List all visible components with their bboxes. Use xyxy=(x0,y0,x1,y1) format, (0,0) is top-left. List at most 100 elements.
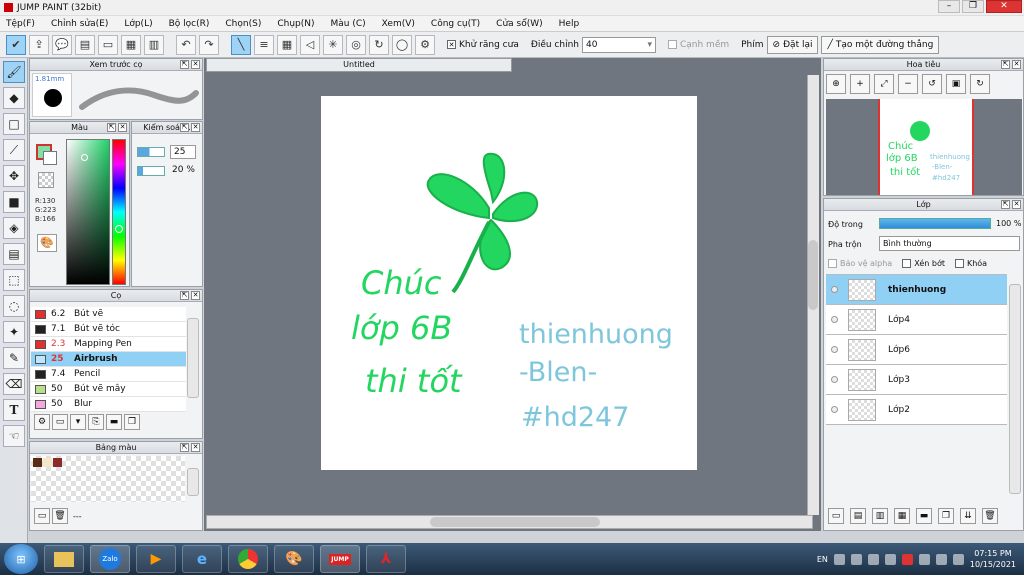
straight-line-button[interactable]: ╱ Tạo một đường thẳng xyxy=(821,35,940,54)
fill-square-tool-icon[interactable]: ■ xyxy=(3,191,25,213)
new-vector-layer-icon[interactable]: ▥ xyxy=(872,508,888,524)
reset-button[interactable]: ⊘ Đặt lại xyxy=(766,35,819,54)
menu-select[interactable]: Chọn(S) xyxy=(225,19,261,29)
size-slider[interactable] xyxy=(137,147,165,157)
antialias-toggle[interactable]: ✕ Khử răng cưa xyxy=(447,40,519,50)
drawing-canvas[interactable]: Chúc lớp 6B thi tốt thienhuong -Blen- #h… xyxy=(321,96,697,470)
blend-mode-select[interactable]: Bình thường xyxy=(879,236,1020,251)
taskbar-media[interactable]: ▶ xyxy=(136,545,176,573)
gradient-tool-icon[interactable]: ▤ xyxy=(3,243,25,265)
soft-edge-checkbox[interactable] xyxy=(667,40,677,49)
layer-visibility-toggle[interactable] xyxy=(831,286,838,293)
brush-tool-icon[interactable]: 🖌 xyxy=(3,61,25,83)
tray-zalo-icon[interactable] xyxy=(850,553,862,565)
brush-menu-icon[interactable]: ▾ xyxy=(70,414,86,430)
taskbar-chrome[interactable] xyxy=(228,545,268,573)
rect-select-tool-icon[interactable]: ⬚ xyxy=(3,269,25,291)
menu-tools[interactable]: Công cụ(T) xyxy=(431,19,480,29)
grid-icon[interactable]: ▦ xyxy=(121,34,141,55)
copy-brush-icon[interactable]: ⎘ xyxy=(88,414,104,430)
hand-tool-icon[interactable]: ☜ xyxy=(3,425,25,447)
volume-icon[interactable] xyxy=(952,553,964,565)
panel-float-icon[interactable]: ⇱ xyxy=(180,60,189,69)
comment-icon[interactable]: 💬 xyxy=(52,34,72,55)
panel-float-icon[interactable]: ⇱ xyxy=(107,123,116,132)
add-swatch-icon[interactable]: ▭ xyxy=(34,508,50,524)
eraser-tool-icon[interactable]: ◆ xyxy=(3,87,25,109)
brush-settings-icon[interactable]: ⚙ xyxy=(34,414,50,430)
network-icon[interactable] xyxy=(935,553,947,565)
secondary-color-swatch[interactable] xyxy=(43,151,57,165)
parallel-lines-icon[interactable]: ≡ xyxy=(254,34,274,55)
language-indicator[interactable]: EN xyxy=(817,555,828,564)
size-input[interactable]: 25 xyxy=(170,145,196,159)
layer-row-selected[interactable]: thienhuong xyxy=(826,275,1007,305)
merge-layer-icon[interactable]: ⇊ xyxy=(960,508,976,524)
new-brush-icon[interactable]: ▭ xyxy=(52,414,68,430)
radial-icon[interactable]: ✳ xyxy=(323,34,343,55)
menu-capture[interactable]: Chụp(N) xyxy=(277,19,314,29)
redo-icon[interactable]: ↷ xyxy=(199,34,219,55)
transparent-color-swatch[interactable] xyxy=(38,172,54,188)
page-icon[interactable]: ▭ xyxy=(98,34,118,55)
start-button[interactable]: ⊞ xyxy=(4,544,38,574)
maximize-button[interactable]: ❐ xyxy=(962,0,984,13)
brush-item[interactable]: 50 Bút vẽ mây xyxy=(31,382,186,397)
menu-help[interactable]: Help xyxy=(559,19,580,29)
mesh-icon[interactable]: ▦ xyxy=(277,34,297,55)
duplicate-layer-icon[interactable]: ❐ xyxy=(938,508,954,524)
antialias-checkbox[interactable]: ✕ xyxy=(447,40,456,49)
circle-ruler-icon[interactable]: ◯ xyxy=(392,34,412,55)
reset-view-icon[interactable]: ▣ xyxy=(946,74,966,94)
new-raster-layer-icon[interactable]: ▤ xyxy=(850,508,866,524)
bluetooth-icon[interactable] xyxy=(867,553,879,565)
panel-float-icon[interactable]: ⇱ xyxy=(180,291,189,300)
layer-visibility-toggle[interactable] xyxy=(831,376,838,383)
taskbar-zalo[interactable]: Zalo xyxy=(90,545,130,573)
select-pen-tool-icon[interactable]: ✎ xyxy=(3,347,25,369)
perspective-icon[interactable]: ◁ xyxy=(300,34,320,55)
zoom-out-icon[interactable]: − xyxy=(898,74,918,94)
close-button[interactable]: ✕ xyxy=(986,0,1022,13)
layout-icon[interactable]: ▥ xyxy=(144,34,164,55)
layer-visibility-toggle[interactable] xyxy=(831,406,838,413)
panel-close-icon[interactable]: ✕ xyxy=(191,123,200,132)
menu-layer[interactable]: Lớp(L) xyxy=(124,19,152,29)
layer-opacity-slider[interactable] xyxy=(879,218,991,229)
tray-app-icon[interactable] xyxy=(833,553,845,565)
document-tab[interactable]: Untitled xyxy=(206,58,512,72)
taskbar-ie[interactable]: e xyxy=(182,545,222,573)
panel-float-icon[interactable]: ⇱ xyxy=(180,123,189,132)
folder-icon[interactable]: ▬ xyxy=(106,414,122,430)
rotate-left-icon[interactable]: ↺ xyxy=(922,74,942,94)
note-icon[interactable]: ▤ xyxy=(75,34,95,55)
swatch[interactable] xyxy=(33,458,42,467)
brush-item[interactable]: 50 Blur xyxy=(31,397,186,412)
brush-list-scrollbar[interactable] xyxy=(187,318,199,398)
move-tool-icon[interactable]: ✥ xyxy=(3,165,25,187)
text-tool-icon[interactable]: T xyxy=(3,399,25,421)
delete-swatch-icon[interactable]: 🗑 xyxy=(52,508,68,524)
adjust-select[interactable]: 40 xyxy=(581,36,656,53)
taskbar-paint[interactable]: 🎨 xyxy=(274,545,314,573)
rotate-right-icon[interactable]: ↻ xyxy=(970,74,990,94)
brush-item[interactable]: 6.2 Bút vẽ xyxy=(31,307,186,322)
zoom-fit-icon[interactable]: ⊕ xyxy=(826,74,846,94)
menu-edit[interactable]: Chỉnh sửa(E) xyxy=(51,19,108,29)
soft-edge-toggle[interactable]: Cạnh mềm xyxy=(667,40,729,50)
curve-icon[interactable]: ↻ xyxy=(369,34,389,55)
unikey-icon[interactable] xyxy=(901,553,913,565)
panel-close-icon[interactable]: ✕ xyxy=(1012,60,1021,69)
concentric-icon[interactable]: ◎ xyxy=(346,34,366,55)
alpha-protect-checkbox[interactable] xyxy=(828,259,837,268)
lock-checkbox[interactable] xyxy=(954,259,964,268)
ruler-line-icon[interactable]: ╲ xyxy=(231,34,251,55)
panel-close-icon[interactable]: ✕ xyxy=(118,123,127,132)
palette-picker-icon[interactable]: 🎨 xyxy=(37,234,57,252)
layer-row[interactable]: Lớp2 xyxy=(826,395,1007,425)
canvas-horizontal-scroll-thumb[interactable] xyxy=(430,517,600,527)
zoom-in-icon[interactable]: + xyxy=(850,74,870,94)
brush-item[interactable]: 7.4 Pencil xyxy=(31,367,186,382)
color-picker-cursor[interactable] xyxy=(81,154,88,161)
panel-close-icon[interactable]: ✕ xyxy=(191,291,200,300)
